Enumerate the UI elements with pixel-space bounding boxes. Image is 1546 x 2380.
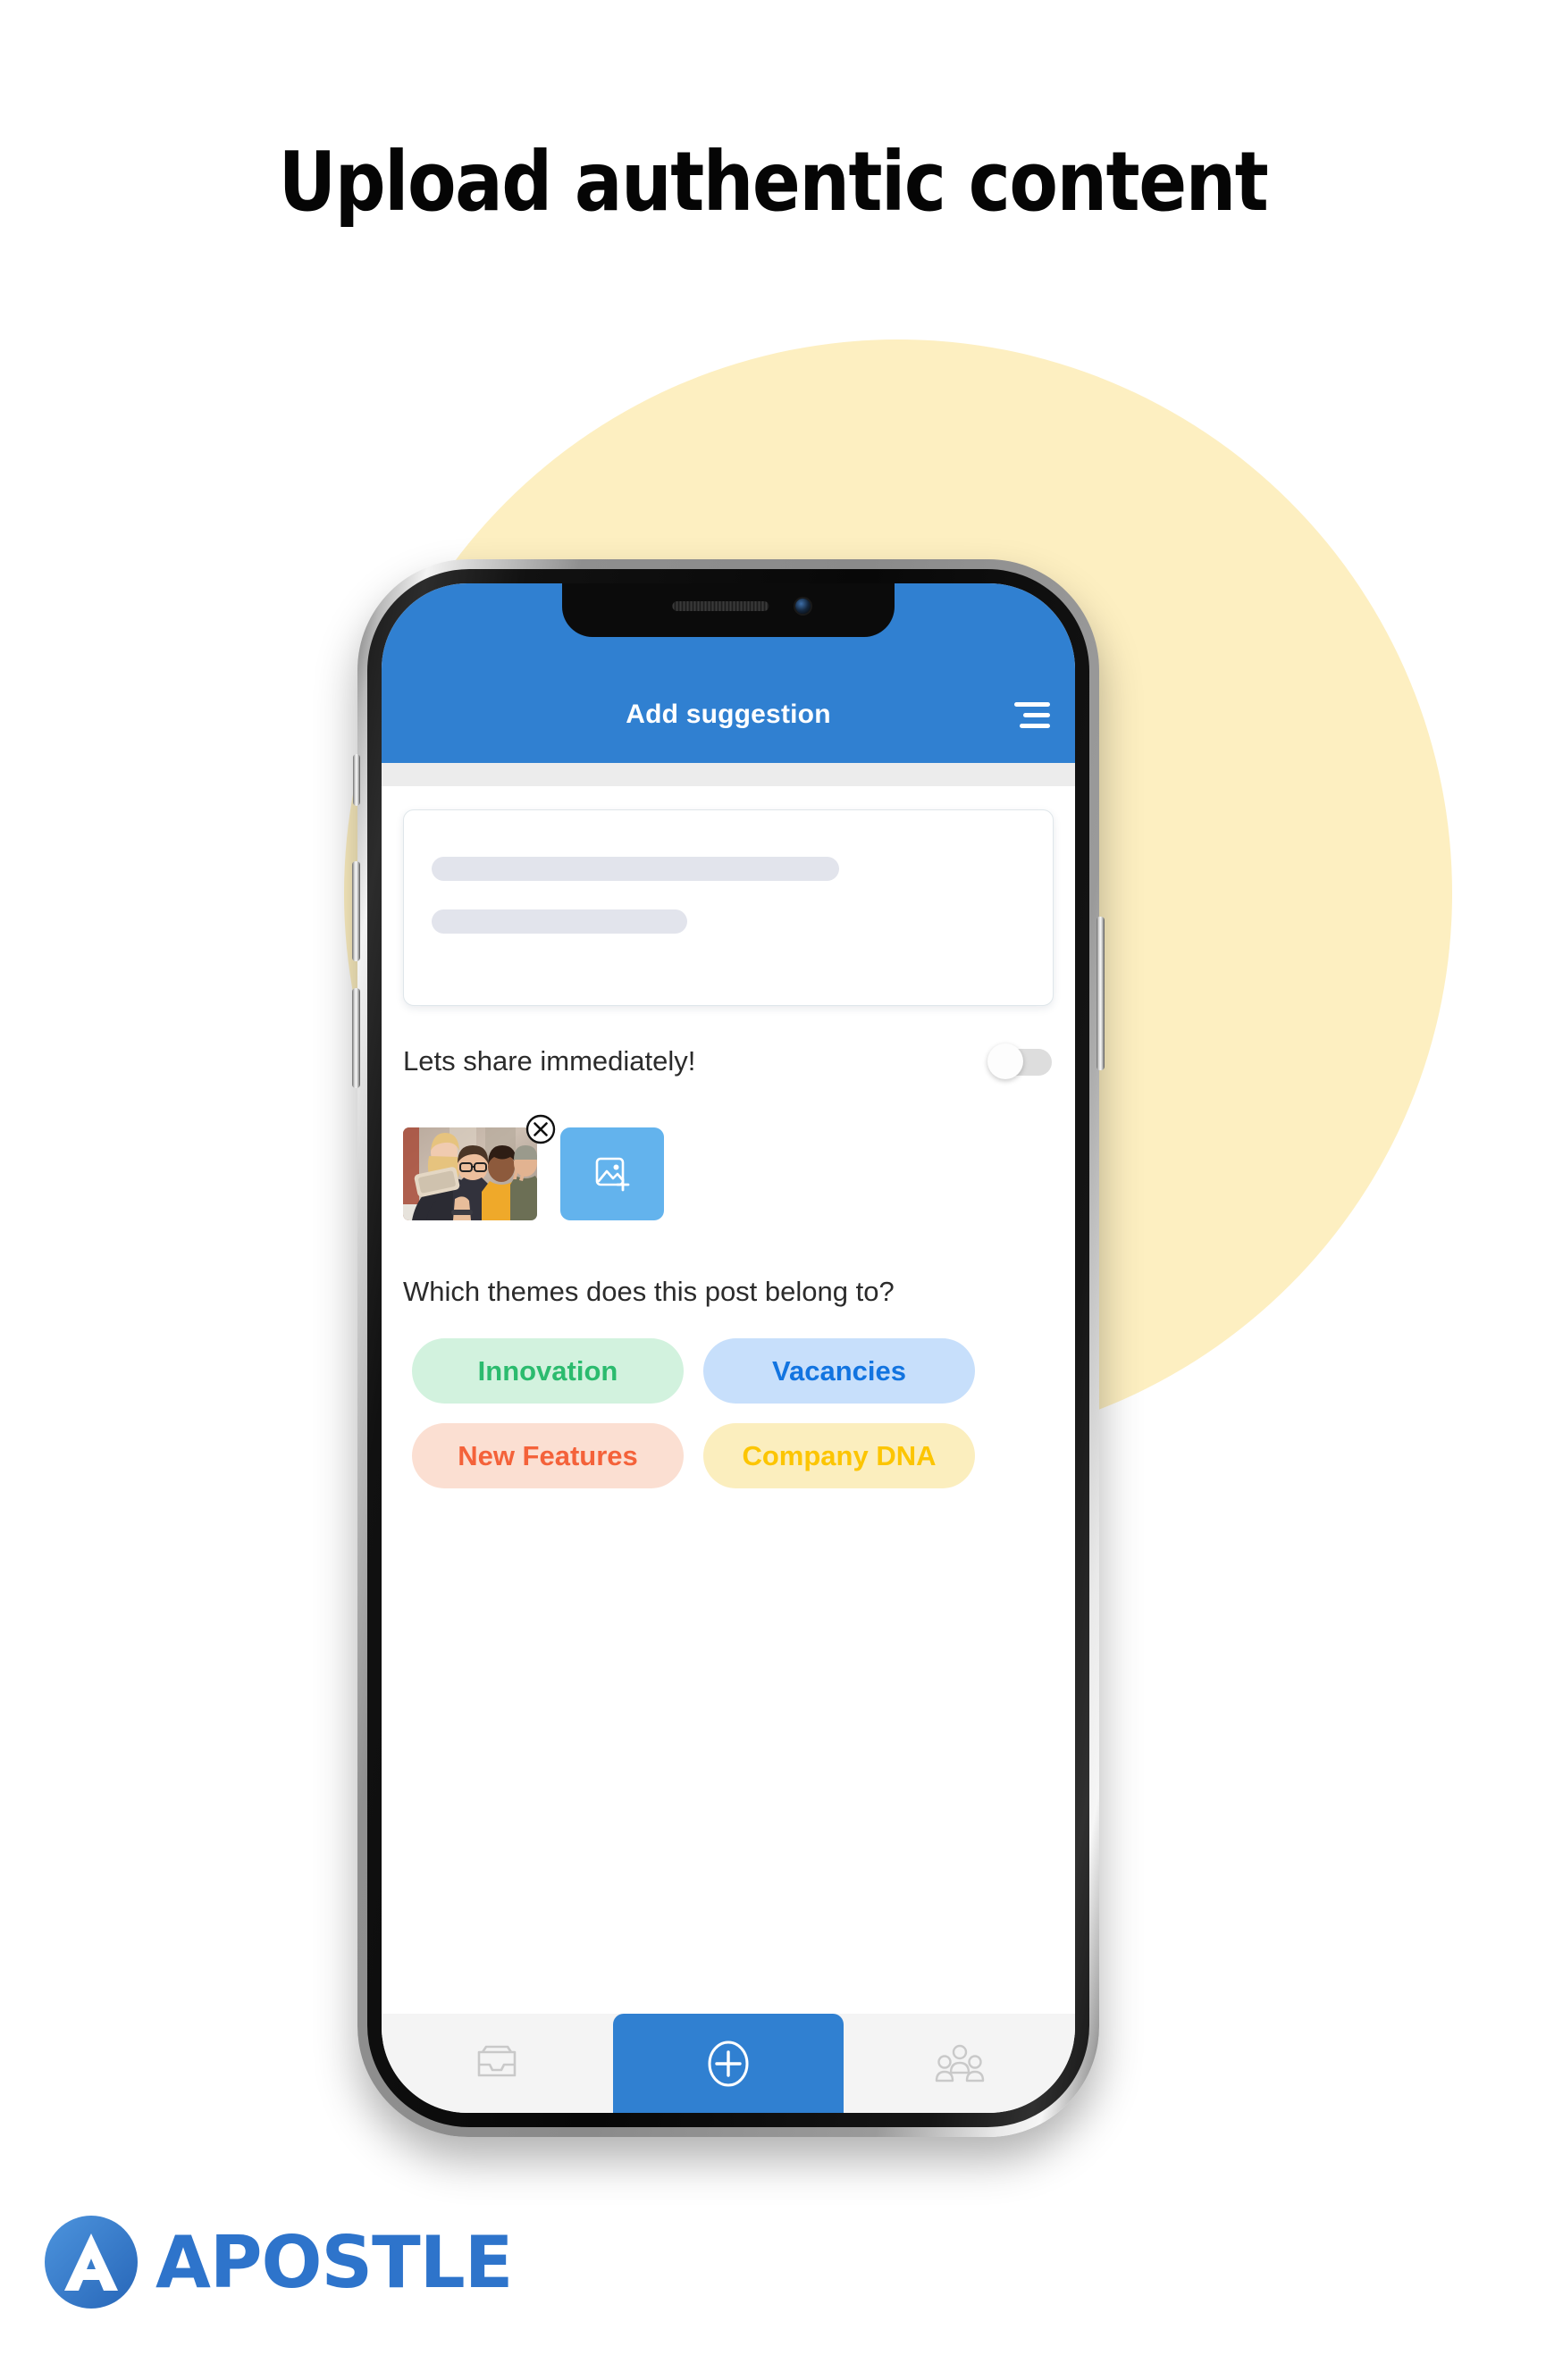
front-camera-icon [795,599,811,614]
apostle-a-mark-icon [45,2216,138,2309]
inbox-tray-icon [478,2045,517,2076]
media-thumbnail[interactable] [403,1127,537,1220]
page-root: Upload authentic content Add suggestion [0,0,1546,2380]
people-group-icon [935,2044,984,2082]
theme-tag-new-features[interactable]: New Features [412,1423,684,1488]
placeholder-line-1 [432,857,839,881]
theme-tag-label: New Features [458,1439,638,1471]
hamburger-menu-icon[interactable] [1014,702,1050,731]
app-body: Lets share immediately! Which themes doe… [382,809,1075,2037]
add-image-button[interactable] [560,1127,664,1220]
plus-circle-icon [708,2041,749,2086]
page-title: Upload authentic content [278,134,1269,230]
phone-silent-switch[interactable] [353,754,360,806]
share-immediately-toggle[interactable] [987,1043,1052,1079]
phone-volume-down-button[interactable] [352,988,360,1088]
phone-power-button[interactable] [1096,917,1105,1070]
compose-text-card[interactable] [403,809,1054,1006]
earpiece-speaker-icon [672,601,769,611]
apostle-logo: APOSTLE [43,2214,513,2310]
theme-tags-list: Innovation Vacancies New Features Compan… [412,1338,993,1488]
share-immediately-row: Lets share immediately! [403,1043,1052,1079]
theme-tag-label: Innovation [477,1354,618,1387]
apostle-wordmark: APOSTLE [155,2220,513,2304]
close-circle-icon[interactable] [525,1113,557,1145]
nav-item-add[interactable] [613,2014,844,2113]
toggle-knob [987,1043,1023,1079]
theme-tag-label: Company DNA [742,1439,937,1471]
nav-item-people[interactable] [844,2014,1075,2113]
theme-tag-company-dna[interactable]: Company DNA [703,1423,975,1488]
phone-screen: Add suggestion Lets share immediately! W… [382,583,1075,2113]
bottom-navigation-bar [382,2014,1075,2113]
nav-item-inbox[interactable] [382,2014,613,2113]
theme-tag-vacancies[interactable]: Vacancies [703,1338,975,1404]
nav-item-add-slot [613,2014,844,2113]
theme-tag-label: Vacancies [772,1354,906,1387]
phone-mockup: Add suggestion Lets share immediately! W… [352,559,1105,2137]
phone-volume-up-button[interactable] [352,861,360,961]
add-image-icon [595,1157,630,1192]
placeholder-line-2 [432,909,687,934]
app-header-title: Add suggestion [626,700,831,729]
share-immediately-label: Lets share immediately! [403,1045,696,1077]
phone-notch [562,583,895,637]
theme-tag-innovation[interactable]: Innovation [412,1338,684,1404]
header-divider [382,763,1075,786]
themes-question-label: Which themes does this post belong to? [403,1276,895,1307]
media-thumbnail-wrapper [403,1114,556,1220]
media-attachments-row [403,1114,1075,1220]
